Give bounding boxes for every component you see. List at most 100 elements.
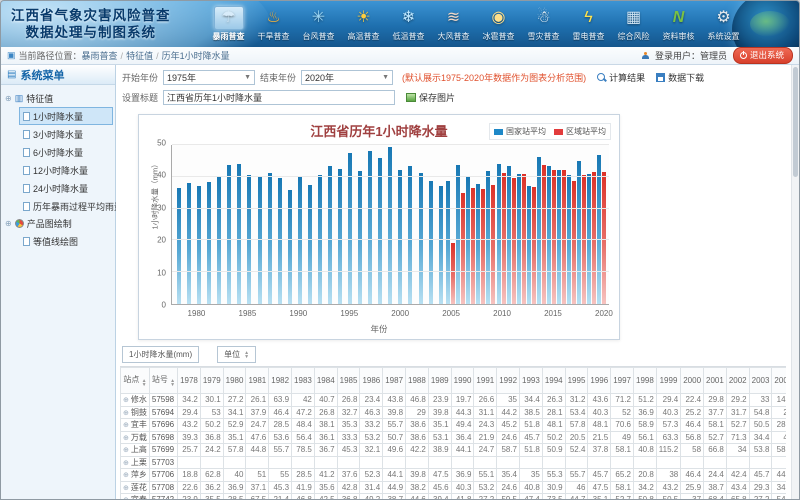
end-year-select[interactable]: 2020年 ▼ [301, 70, 393, 85]
bar-national-1990[interactable] [298, 177, 302, 304]
chart-title-input[interactable] [163, 90, 395, 105]
bar-national-1996[interactable] [358, 171, 362, 304]
nav-item-综合风险[interactable]: ▦综合风险 [611, 5, 656, 45]
col-header-year-1991[interactable]: 1991 [474, 368, 497, 394]
bar-national-1980[interactable] [197, 186, 201, 304]
col-header-year-1984[interactable]: 1984 [314, 368, 337, 394]
bar-regional-2013[interactable] [532, 187, 536, 304]
col-header-station-id[interactable]: 站号 ▲▼ [149, 368, 177, 394]
bar-national-2003[interactable] [429, 181, 433, 304]
col-header-year-1979[interactable]: 1979 [200, 368, 223, 394]
bar-national-2010[interactable] [497, 164, 501, 304]
tree-group-特征值[interactable]: ⊕▥特征值 [5, 90, 113, 107]
bar-regional-2007[interactable] [471, 188, 475, 304]
col-header-year-1981[interactable]: 1981 [246, 368, 269, 394]
expand-row-icon[interactable]: ⊕ [123, 497, 129, 499]
col-header-year-2001[interactable]: 2001 [704, 368, 727, 394]
bar-national-1994[interactable] [338, 169, 342, 304]
nav-item-台风普查[interactable]: ✳台风普查 [296, 5, 341, 45]
sidebar-item-历年暴雨过程平均雨量[interactable]: 历年暴雨过程平均雨量 [19, 197, 113, 215]
col-header-station[interactable]: 站点 ▲▼ [121, 368, 150, 394]
nav-item-冰雹普查[interactable]: ◉冰雹普查 [476, 5, 521, 45]
col-header-year-1988[interactable]: 1988 [406, 368, 429, 394]
bar-national-2020[interactable] [597, 155, 601, 304]
bar-regional-2014[interactable] [542, 165, 546, 304]
bar-national-1984[interactable] [237, 164, 241, 304]
expand-row-icon[interactable]: ⊕ [123, 447, 129, 454]
bar-national-1983[interactable] [227, 165, 231, 304]
nav-item-系统设置[interactable]: ⚙系统设置 [701, 5, 746, 45]
bar-national-1978[interactable] [177, 188, 181, 304]
col-header-year-1989[interactable]: 1989 [428, 368, 451, 394]
tree-toggle-icon[interactable]: ⊕ [5, 219, 12, 228]
sidebar-item-12小时降水量[interactable]: 12小时降水量 [19, 161, 113, 179]
expand-row-icon[interactable]: ⊕ [123, 410, 129, 417]
col-header-year-1996[interactable]: 1996 [588, 368, 611, 394]
vertical-scrollbar[interactable] [791, 65, 799, 499]
bar-national-2004[interactable] [439, 186, 443, 304]
bar-national-1979[interactable] [187, 183, 191, 304]
col-header-year-1983[interactable]: 1983 [292, 368, 315, 394]
bar-national-1999[interactable] [388, 147, 392, 304]
calculate-button[interactable]: 计算结果 [597, 71, 645, 84]
col-header-year-1992[interactable]: 1992 [497, 368, 520, 394]
bar-regional-2005[interactable] [451, 243, 455, 304]
bar-regional-2006[interactable] [461, 193, 465, 304]
col-header-year-1978[interactable]: 1978 [178, 368, 201, 394]
start-year-select[interactable]: 1975年 ▼ [163, 70, 255, 85]
sidebar-item-24小时降水量[interactable]: 24小时降水量 [19, 179, 113, 197]
bar-national-2014[interactable] [537, 157, 541, 304]
col-header-year-1999[interactable]: 1999 [656, 368, 680, 394]
bar-national-1997[interactable] [368, 151, 372, 304]
nav-item-大风普查[interactable]: ≋大风普查 [431, 5, 476, 45]
logout-button[interactable]: 退出系统 [733, 47, 793, 64]
unit-button[interactable]: 1小时降水量(mm) [122, 346, 199, 363]
bar-regional-2009[interactable] [491, 185, 495, 304]
expand-row-icon[interactable]: ⊕ [123, 435, 129, 442]
nav-item-雷电普查[interactable]: ϟ雷电普查 [566, 5, 611, 45]
tree-toggle-icon[interactable]: ⊕ [5, 94, 12, 103]
sidebar-item-1小时降水量[interactable]: 1小时降水量 [19, 107, 113, 125]
bar-regional-2019[interactable] [592, 172, 596, 304]
nav-item-低温普查[interactable]: ❄低温普查 [386, 5, 431, 45]
bar-national-2006[interactable] [456, 165, 460, 304]
expand-row-icon[interactable]: ⊕ [123, 397, 129, 404]
expand-row-icon[interactable]: ⊕ [123, 472, 129, 479]
bar-regional-2017[interactable] [572, 181, 576, 304]
nav-item-资料审核[interactable]: N资料审核 [656, 5, 701, 45]
sidebar-item-6小时降水量[interactable]: 6小时降水量 [19, 143, 113, 161]
bar-regional-2020[interactable] [602, 172, 606, 304]
save-image-button[interactable]: 保存图片 [406, 91, 455, 104]
bar-national-2013[interactable] [527, 186, 531, 304]
bar-national-1991[interactable] [308, 185, 312, 304]
sidebar-item-等值线绘图[interactable]: 等值线绘图 [19, 232, 113, 250]
bar-regional-2011[interactable] [512, 178, 516, 304]
vertical-scrollbar-thumb[interactable] [793, 67, 798, 177]
col-header-year-2003[interactable]: 2003 [749, 368, 772, 394]
bar-national-2011[interactable] [507, 166, 511, 304]
bar-regional-2008[interactable] [481, 189, 485, 304]
bar-national-2016[interactable] [557, 170, 561, 304]
bar-national-1998[interactable] [378, 158, 382, 304]
nav-item-高温普查[interactable]: ☀高温普查 [341, 5, 386, 45]
bar-national-2018[interactable] [577, 161, 581, 304]
tree-group-产品图绘制[interactable]: ⊕产品图绘制 [5, 215, 113, 232]
col-header-year-2002[interactable]: 2002 [726, 368, 749, 394]
col-header-year-1997[interactable]: 1997 [611, 368, 634, 394]
col-header-year-1994[interactable]: 1994 [542, 368, 565, 394]
nav-item-暴雨普查[interactable]: ☂暴雨普查 [206, 5, 251, 45]
nav-item-干旱普查[interactable]: ♨干旱普查 [251, 5, 296, 45]
breadcrumb-item[interactable]: 历年1小时降水量 [162, 51, 230, 61]
bar-national-2009[interactable] [486, 171, 490, 304]
bar-national-1981[interactable] [207, 182, 211, 304]
col-header-year-1995[interactable]: 1995 [565, 368, 588, 394]
unit-dropdown[interactable]: 单位 ▲▼ [217, 346, 256, 363]
bar-regional-2016[interactable] [562, 170, 566, 304]
bar-regional-2015[interactable] [552, 170, 556, 305]
sidebar-item-3小时降水量[interactable]: 3小时降水量 [19, 125, 113, 143]
col-header-year-1990[interactable]: 1990 [451, 368, 474, 394]
col-header-year-2000[interactable]: 2000 [681, 368, 704, 394]
col-header-year-2004[interactable]: 2004 [772, 368, 786, 394]
expand-row-icon[interactable]: ⊕ [123, 460, 129, 467]
bar-national-1988[interactable] [278, 178, 282, 304]
